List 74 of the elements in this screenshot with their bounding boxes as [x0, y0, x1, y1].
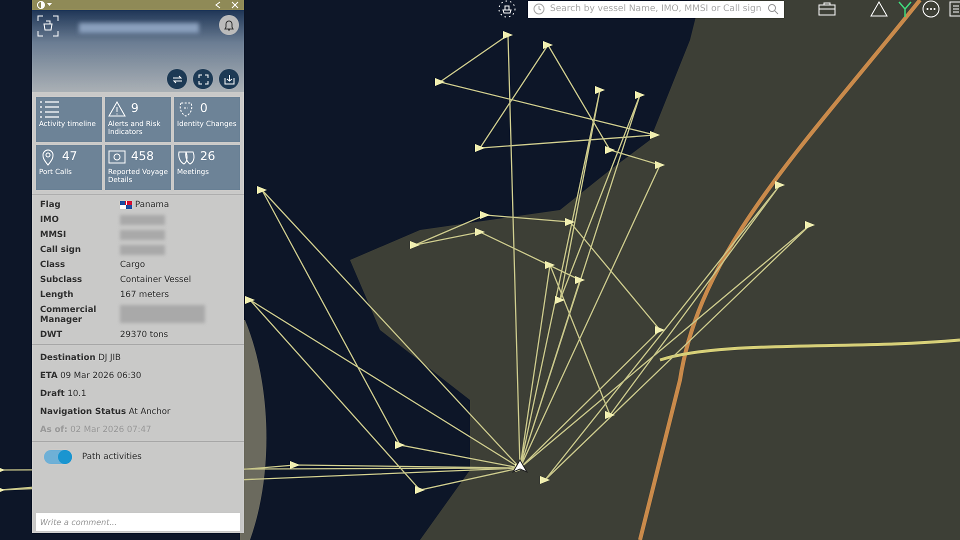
timeline-icon — [39, 100, 59, 118]
track-arrowhead — [545, 261, 555, 269]
voyage-info: Draft 10.1 — [40, 389, 88, 399]
track-arrowhead — [595, 86, 605, 94]
field-value: Panama — [135, 200, 170, 210]
voyage-info: Navigation Status At Anchor — [40, 407, 172, 417]
more-icon[interactable] — [922, 0, 940, 18]
flag-icon — [120, 201, 132, 209]
voyage-info: Destination DJ JIB — [40, 353, 122, 363]
track-arrowhead — [503, 31, 513, 39]
search-icon[interactable] — [767, 3, 779, 15]
alert-icon — [108, 100, 128, 118]
swap-icon — [172, 74, 182, 84]
field-label: MMSI — [40, 230, 68, 240]
redacted-value — [120, 230, 165, 240]
back-icon[interactable] — [214, 1, 222, 9]
toggle-label: Path activities — [82, 452, 142, 462]
antenna-icon[interactable] — [896, 1, 914, 17]
field-label: Length — [40, 290, 74, 300]
field-label: DWT — [40, 330, 64, 340]
track-arrowhead — [410, 241, 420, 249]
fullscreen-icon — [198, 74, 208, 84]
track-arrowhead — [290, 461, 300, 469]
track-arrowhead — [435, 78, 445, 86]
track-arrowhead — [0, 486, 5, 494]
redacted-value — [120, 215, 165, 225]
vessel-marker[interactable] — [512, 459, 528, 474]
triangle-icon[interactable] — [870, 1, 888, 17]
track-arrowhead — [655, 326, 665, 334]
track-arrowhead — [805, 221, 815, 229]
swap-button[interactable] — [167, 69, 187, 89]
field-label: Flag — [40, 200, 62, 210]
voyage-info: ETA 09 Mar 2026 06:30 — [40, 371, 142, 381]
search-field[interactable]: Search by vessel Name, IMO, MMSI or Call sign — [528, 0, 784, 18]
field-label: Call sign — [40, 245, 82, 255]
track-arrowhead — [415, 486, 425, 494]
track-arrowhead — [605, 411, 615, 419]
field-label: Commercial Manager — [40, 305, 98, 325]
track-arrowhead — [543, 41, 553, 49]
track-arrowhead — [245, 296, 255, 304]
field-label: Class — [40, 260, 66, 270]
track-arrowhead — [0, 466, 5, 474]
field-label: IMO — [40, 215, 60, 225]
track-arrowhead — [257, 186, 267, 194]
redacted-value — [120, 245, 165, 255]
comment-field[interactable]: Write a comment... — [36, 513, 240, 531]
field-value: 167 meters — [120, 290, 169, 300]
track-arrowhead — [605, 146, 615, 154]
track-arrowhead — [395, 441, 405, 449]
track-arrowhead — [575, 276, 585, 284]
list-icon[interactable] — [948, 1, 960, 17]
field-value: Container Vessel — [120, 275, 192, 285]
field-label: Subclass — [40, 275, 84, 285]
path-toggle[interactable] — [44, 450, 72, 464]
track-arrowhead — [565, 218, 575, 226]
track-arrowhead — [555, 296, 565, 304]
download-icon — [224, 74, 234, 84]
bell-button[interactable] — [219, 15, 239, 35]
download-button[interactable] — [219, 69, 239, 89]
vessel-scan-icon — [37, 15, 59, 37]
track-arrowhead — [775, 181, 785, 189]
bell-icon — [223, 19, 235, 31]
track-arrowhead — [655, 161, 665, 169]
contrast-icon[interactable] — [37, 1, 53, 9]
track-arrowhead — [540, 476, 550, 484]
fullscreen-button[interactable] — [193, 69, 213, 89]
field-value: Cargo — [120, 260, 146, 270]
track-arrowhead — [475, 144, 485, 152]
clock-icon — [533, 3, 545, 15]
field-value: 29370 tons — [120, 330, 168, 340]
close-icon[interactable] — [231, 1, 239, 9]
track-arrowhead — [650, 131, 660, 139]
briefcase-icon[interactable] — [818, 2, 836, 16]
track-arrowhead — [635, 91, 645, 99]
